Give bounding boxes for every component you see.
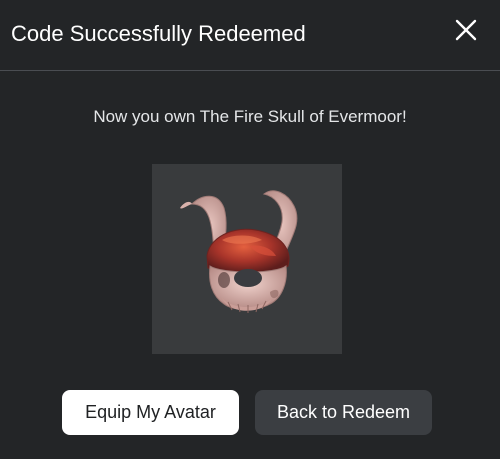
success-message: Now you own The Fire Skull of Evermoor! [93,107,407,126]
redeem-success-dialog: Code Successfully Redeemed Now you own T… [0,0,500,459]
close-button[interactable] [450,14,482,46]
close-icon [455,19,477,41]
fire-skull-image [180,190,298,313]
dialog-header: Code Successfully Redeemed [0,0,500,71]
equip-avatar-button[interactable]: Equip My Avatar [62,390,239,435]
dialog-title: Code Successfully Redeemed [11,21,306,46]
dialog-actions: Equip My Avatar Back to Redeem [0,390,500,436]
back-to-redeem-button[interactable]: Back to Redeem [255,390,432,435]
item-thumbnail [152,164,342,354]
